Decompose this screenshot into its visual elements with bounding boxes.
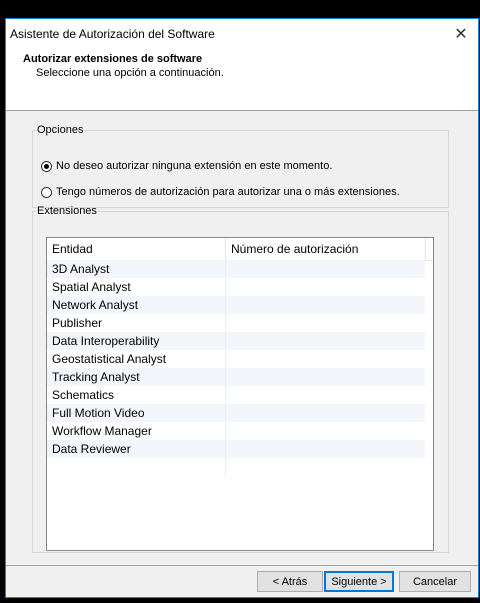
page-title: Autorizar extensiones de software [23,53,203,65]
extensions-group: Extensiones Entidad Número de autorizaci… [32,205,449,553]
entity-cell: Network Analyst [47,296,226,314]
table-row[interactable]: Full Motion Video [47,404,425,422]
column-header-entity[interactable]: Entidad [47,238,226,260]
table-row[interactable]: Network Analyst [47,296,425,314]
window-title: Asistente de Autorización del Software [10,26,215,41]
radio-have-numbers-label: Tengo números de autorización para autor… [56,186,400,198]
column-header-authorization-number[interactable]: Número de autorización [226,238,426,260]
entity-cell: 3D Analyst [47,260,226,278]
authorization-number-cell[interactable] [226,458,425,476]
table-row[interactable] [47,458,425,476]
table-row[interactable]: Data Reviewer [47,440,425,458]
radio-button-unchecked[interactable] [41,186,52,198]
extensions-table[interactable]: Entidad Número de autorización 3D Analys… [46,237,434,551]
authorization-number-cell[interactable] [226,386,425,404]
entity-cell: Geostatistical Analyst [47,350,226,368]
page-subtitle: Seleccione una opción a continuación. [36,67,224,79]
entity-cell: Schematics [47,386,226,404]
table-row[interactable]: Spatial Analyst [47,278,425,296]
table-header: Entidad Número de autorización [47,238,433,261]
authorization-number-cell[interactable] [226,422,425,440]
radio-no-authorize-label: No deseo autorizar ninguna extensión en … [56,160,333,172]
options-group: Opciones No deseo autorizar ninguna exte… [32,124,449,208]
authorization-number-cell[interactable] [226,368,425,386]
title-bar: Asistente de Autorización del Software ✕ [6,19,478,48]
authorization-number-cell[interactable] [226,404,425,422]
entity-cell [47,458,226,476]
table-row[interactable]: 3D Analyst [47,260,425,278]
table-row[interactable]: Schematics [47,386,425,404]
back-button[interactable]: < Atrás [257,571,323,592]
footer-divider [6,565,478,566]
entity-cell: Workflow Manager [47,422,226,440]
authorization-number-cell[interactable] [226,332,425,350]
radio-have-numbers[interactable]: Tengo números de autorización para autor… [41,186,400,198]
table-row[interactable]: Publisher [47,314,425,332]
entity-cell: Data Reviewer [47,440,226,458]
authorization-number-cell[interactable] [226,260,425,278]
next-button[interactable]: Siguiente > [324,571,394,592]
table-row[interactable]: Geostatistical Analyst [47,350,425,368]
options-legend: Opciones [37,124,84,136]
radio-button-checked[interactable] [41,160,52,172]
radio-no-authorize[interactable]: No deseo autorizar ninguna extensión en … [41,160,332,172]
wizard-header: Autorizar extensiones de software Selecc… [6,48,478,111]
table-body: 3D Analyst Spatial Analyst Network Analyst… [47,260,425,476]
extensions-legend: Extensiones [37,205,97,217]
table-row[interactable]: Workflow Manager [47,422,425,440]
authorization-number-cell[interactable] [226,350,425,368]
table-row[interactable]: Tracking Analyst [47,368,425,386]
entity-cell: Data Interoperability [47,332,226,350]
authorization-number-cell[interactable] [226,440,425,458]
authorization-wizard-window: Asistente de Autorización del Software ✕… [5,18,479,598]
authorization-number-cell[interactable] [226,296,425,314]
entity-cell: Full Motion Video [47,404,226,422]
entity-cell: Publisher [47,314,226,332]
column-header-filler [426,238,433,260]
table-row[interactable]: Data Interoperability [47,332,425,350]
authorization-number-cell[interactable] [226,314,425,332]
authorization-number-cell[interactable] [226,278,425,296]
close-icon[interactable]: ✕ [444,19,478,48]
cancel-button[interactable]: Cancelar [399,571,471,592]
entity-cell: Tracking Analyst [47,368,226,386]
entity-cell: Spatial Analyst [47,278,226,296]
